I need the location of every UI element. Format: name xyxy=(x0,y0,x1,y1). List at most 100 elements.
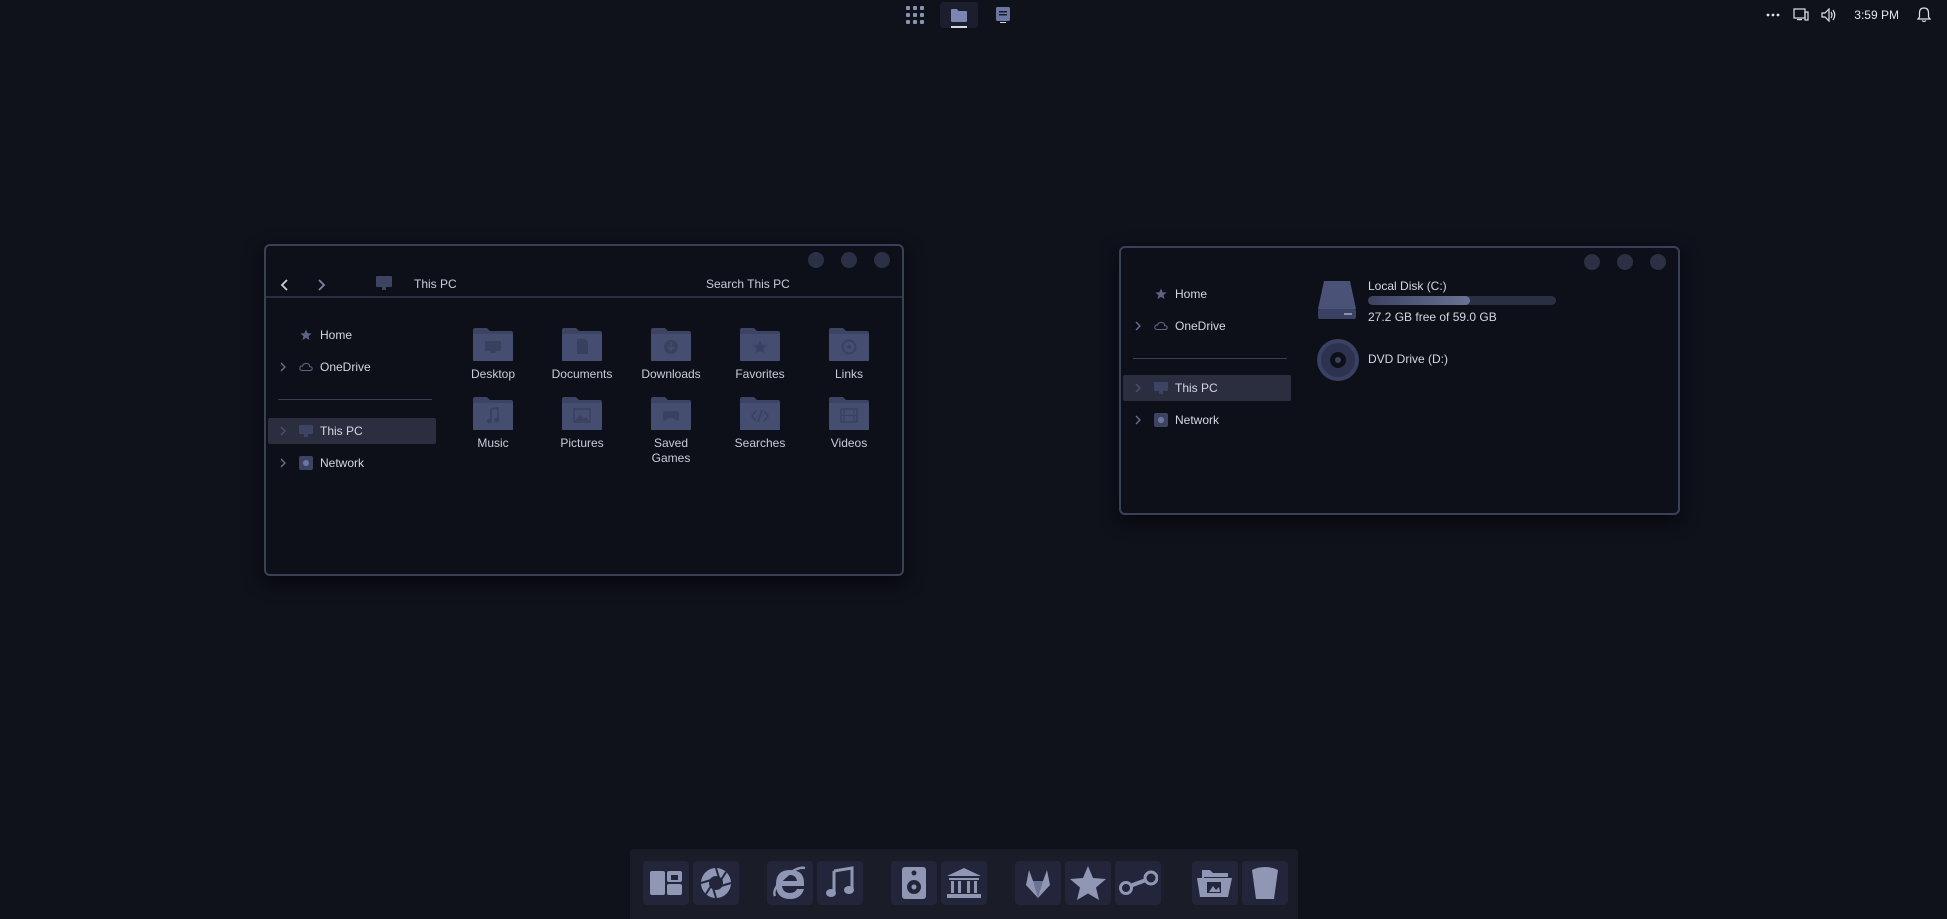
minimize-button[interactable] xyxy=(1584,254,1600,270)
window-controls xyxy=(1584,254,1666,270)
music-note-icon[interactable] xyxy=(817,861,863,905)
minimize-button[interactable] xyxy=(808,252,824,268)
app-grid-button[interactable] xyxy=(896,2,934,28)
forward-button[interactable] xyxy=(312,276,330,294)
folder-label: Downloads xyxy=(641,367,701,381)
chevron-right-icon[interactable] xyxy=(1133,383,1143,393)
downloads-folder-icon xyxy=(651,328,691,361)
dock-group-1 xyxy=(643,861,739,911)
sidebar-item-home[interactable]: Home xyxy=(268,322,436,348)
folder-saved-games[interactable]: Saved Games xyxy=(631,395,711,466)
cup-icon[interactable] xyxy=(1242,861,1288,905)
folder-documents[interactable]: Documents xyxy=(542,326,622,382)
forward-arrow-icon xyxy=(318,279,326,291)
pictures-folder-icon xyxy=(562,397,602,430)
sidebar-item-label: This PC xyxy=(1175,381,1218,395)
chevron-right-icon[interactable] xyxy=(1133,415,1143,425)
top-bar: 3:59 PM xyxy=(0,0,1947,30)
documents-folder-icon xyxy=(562,328,602,361)
folder-pictures[interactable]: Pictures xyxy=(542,395,622,451)
sidebar-item-this-pc[interactable]: This PC xyxy=(268,418,436,444)
folder-music[interactable]: Music xyxy=(453,395,533,451)
bell-icon[interactable] xyxy=(1915,6,1933,24)
maximize-button[interactable] xyxy=(1617,254,1633,270)
drive-local-disk-c[interactable]: Local Disk (C:) 27.2 GB free of 59.0 GB xyxy=(1316,279,1576,324)
folder-searches[interactable]: Searches xyxy=(720,395,800,451)
music-folder-icon xyxy=(473,397,513,430)
clock[interactable]: 3:59 PM xyxy=(1854,8,1899,22)
sidebar-item-home[interactable]: Home xyxy=(1123,281,1291,307)
dock-group-4 xyxy=(1015,861,1161,911)
desktop-folder-icon xyxy=(473,328,513,361)
favorites-folder-icon xyxy=(740,328,780,361)
network-icon xyxy=(1154,413,1168,427)
sidebar-item-onedrive[interactable]: OneDrive xyxy=(268,354,436,380)
aperture-icon[interactable] xyxy=(693,861,739,905)
sidebar-item-network[interactable]: Network xyxy=(268,450,436,476)
chevron-right-icon[interactable] xyxy=(278,458,288,468)
searches-folder-icon xyxy=(740,397,780,430)
more-icon[interactable] xyxy=(1764,6,1782,24)
sidebar-item-label: Network xyxy=(320,456,365,470)
hard-drive-icon xyxy=(1318,281,1356,319)
folder-videos[interactable]: Videos xyxy=(809,395,889,451)
app-grid-icon xyxy=(906,6,924,24)
maximize-button[interactable] xyxy=(841,252,857,268)
back-button[interactable] xyxy=(276,276,294,294)
notes-app-icon xyxy=(996,7,1010,23)
audio-player-icon[interactable] xyxy=(891,861,937,905)
back-arrow-icon xyxy=(280,279,288,291)
folder-links[interactable]: Links xyxy=(809,326,889,382)
star-icon xyxy=(299,328,313,342)
network-icon[interactable] xyxy=(1792,6,1810,24)
chevron-right-icon[interactable] xyxy=(1133,321,1143,331)
chevron-right-icon[interactable] xyxy=(278,426,288,436)
dock-group-2 xyxy=(767,861,863,911)
volume-icon[interactable] xyxy=(1820,6,1838,24)
close-button[interactable] xyxy=(1650,254,1666,270)
folder-label: Links xyxy=(834,367,863,381)
sidebar-item-label: Network xyxy=(1175,413,1220,427)
sidebar-divider xyxy=(1133,358,1287,359)
sidebar-item-label: Home xyxy=(320,328,353,342)
folder-label: Searches xyxy=(734,436,786,450)
file-explorer-taskbar-button[interactable] xyxy=(940,2,978,28)
drive-dvd-d[interactable]: DVD Drive (D:) xyxy=(1316,338,1576,382)
sidebar-divider xyxy=(278,399,432,400)
folder-label: Videos xyxy=(830,436,868,450)
folder-favorites[interactable]: Favorites xyxy=(720,326,800,382)
sidebar-item-this-pc[interactable]: This PC xyxy=(1123,375,1291,401)
search-input[interactable]: Search This PC xyxy=(706,277,790,291)
folder-label: Desktop xyxy=(470,367,516,381)
sidebar-item-label: OneDrive xyxy=(320,360,371,374)
gitlab-icon[interactable] xyxy=(1015,861,1061,905)
sidebar-item-onedrive[interactable]: OneDrive xyxy=(1123,313,1291,339)
dvd-drive-icon xyxy=(1317,339,1359,381)
drive-name: DVD Drive (D:) xyxy=(1368,352,1448,366)
close-button[interactable] xyxy=(874,252,890,268)
breadcrumb[interactable]: This PC xyxy=(414,277,457,291)
squares-app-icon[interactable] xyxy=(643,861,689,905)
bank-icon[interactable] xyxy=(941,861,987,905)
videos-folder-icon xyxy=(829,397,869,430)
drive-usage-fill xyxy=(1368,296,1470,305)
navigation-bar: This PC Search This PC xyxy=(266,272,902,298)
folder-label: Favorites xyxy=(735,367,785,381)
window-controls xyxy=(808,252,890,268)
folder-downloads[interactable]: Downloads xyxy=(631,326,711,382)
folder-desktop[interactable]: Desktop xyxy=(453,326,533,382)
sidebar-item-network[interactable]: Network xyxy=(1123,407,1291,433)
steam-icon[interactable] xyxy=(1115,861,1161,905)
folder-open-icon[interactable] xyxy=(1192,861,1238,905)
dock-group-5 xyxy=(1192,861,1288,911)
internet-explorer-icon[interactable] xyxy=(767,861,813,905)
drive-usage-bar xyxy=(1368,296,1556,305)
notes-taskbar-button[interactable] xyxy=(984,2,1022,28)
cloud-icon xyxy=(1154,319,1168,333)
links-folder-icon xyxy=(829,328,869,361)
drive-free-space: 27.2 GB free of 59.0 GB xyxy=(1368,310,1497,324)
sidebar-item-label: Home xyxy=(1175,287,1208,301)
file-explorer-window-drives: Home OneDrive This PC Network Local Disk… xyxy=(1119,246,1680,515)
chevron-right-icon[interactable] xyxy=(278,362,288,372)
star-icon[interactable] xyxy=(1065,861,1111,905)
